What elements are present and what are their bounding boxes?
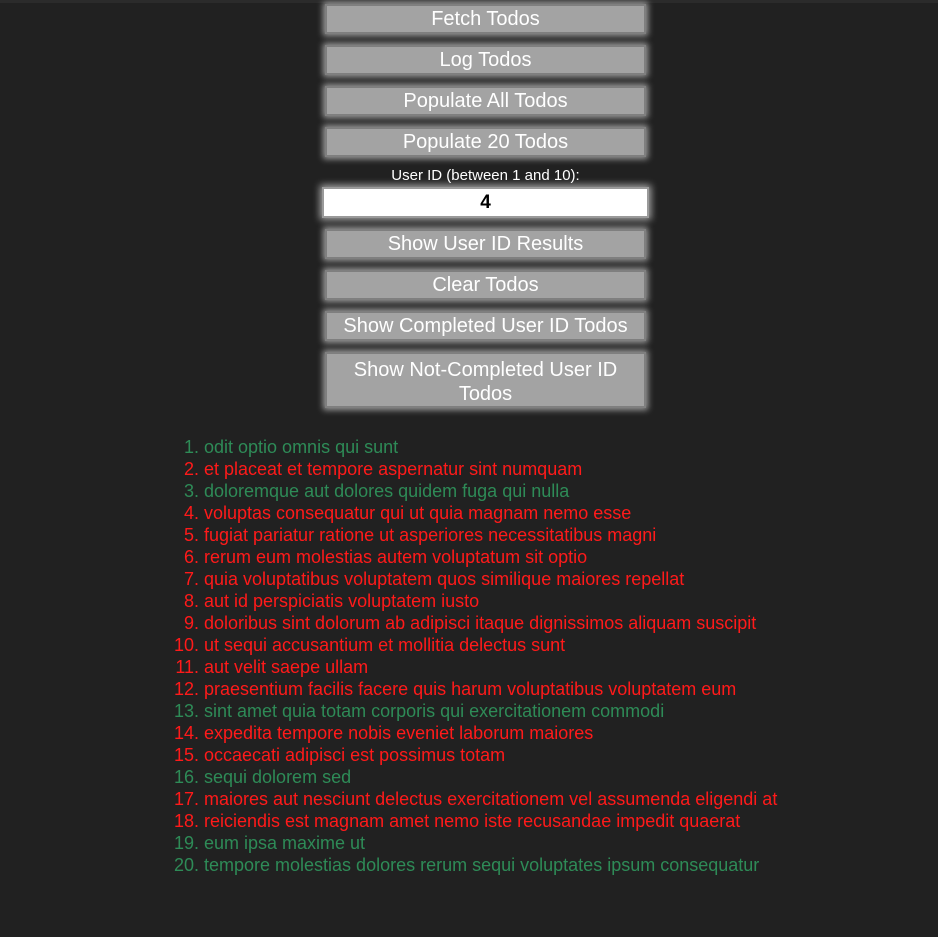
- todo-title: aut id perspiciatis voluptatem iusto: [204, 591, 480, 611]
- todo-number: 18.: [173, 811, 199, 831]
- todo-number: 15.: [173, 745, 199, 765]
- todo-number: 16.: [173, 767, 199, 787]
- show-user-id-results-button[interactable]: Show User ID Results: [325, 229, 646, 259]
- todo-number: 3.: [183, 481, 199, 501]
- todo-number: 1.: [183, 437, 199, 457]
- todo-number: 13.: [173, 701, 199, 721]
- todo-number: 2.: [183, 459, 199, 479]
- todo-number: 11.: [175, 657, 199, 677]
- todo-item: 11. aut velit saepe ullam: [170, 656, 777, 678]
- show-not-completed-user-id-todos-button[interactable]: Show Not-Completed User ID Todos: [325, 352, 646, 408]
- todo-title: occaecati adipisci est possimus totam: [204, 745, 506, 765]
- todo-list: 1. odit optio omnis qui sunt 2. et placeat …: [170, 436, 777, 876]
- todo-item: 8. aut id perspiciatis voluptatem iusto: [170, 590, 777, 612]
- user-id-input[interactable]: [322, 187, 649, 218]
- todo-item: 4. voluptas consequatur qui ut quia magna…: [170, 502, 777, 524]
- todo-title: ut sequi accusantium et mollitia delectu…: [204, 635, 566, 655]
- todo-title: doloribus sint dolorum ab adipisci itaqu…: [204, 613, 757, 633]
- todo-item: 7. quia voluptatibus voluptatem quos simi…: [170, 568, 777, 590]
- show-completed-user-id-todos-button[interactable]: Show Completed User ID Todos: [325, 311, 646, 341]
- todo-item: 13. sint amet quia totam corporis qui exe…: [170, 700, 777, 722]
- user-id-label: User ID (between 1 and 10):: [391, 167, 580, 184]
- todo-item: 15. occaecati adipisci est possimus totam: [170, 744, 777, 766]
- todo-title: fugiat pariatur ratione ut asperiores ne…: [204, 525, 657, 545]
- todo-number: 8.: [183, 591, 199, 611]
- todo-item: 12. praesentium facilis facere quis harum…: [170, 678, 777, 700]
- todo-title: doloremque aut dolores quidem fuga qui n…: [204, 481, 570, 501]
- todo-title: sint amet quia totam corporis qui exerci…: [204, 701, 665, 721]
- todo-number: 9.: [183, 613, 199, 633]
- todo-title: odit optio omnis qui sunt: [204, 437, 399, 457]
- todo-item: 17. maiores aut nesciunt delectus exercit…: [170, 788, 777, 810]
- todo-item: 16. sequi dolorem sed: [170, 766, 777, 788]
- todo-title: maiores aut nesciunt delectus exercitati…: [204, 789, 778, 809]
- todo-item: 9. doloribus sint dolorum ab adipisci ita…: [170, 612, 777, 634]
- todo-item: 3. doloremque aut dolores quidem fuga qui…: [170, 480, 777, 502]
- todo-item: 14. expedita tempore nobis eveniet laboru…: [170, 722, 777, 744]
- todo-title: expedita tempore nobis eveniet laborum m…: [204, 723, 594, 743]
- todo-title: rerum eum molestias autem voluptatum sit…: [204, 547, 588, 567]
- todo-item: 5. fugiat pariatur ratione ut asperiores …: [170, 524, 777, 546]
- todo-number: 7.: [183, 569, 199, 589]
- todo-number: 20.: [173, 855, 199, 875]
- todo-title: et placeat et tempore aspernatur sint nu…: [204, 459, 583, 479]
- todo-number: 10.: [173, 635, 199, 655]
- populate-all-todos-button[interactable]: Populate All Todos: [325, 86, 646, 116]
- clear-todos-button[interactable]: Clear Todos: [325, 270, 646, 300]
- todo-title: reiciendis est magnam amet nemo iste rec…: [204, 811, 741, 831]
- todo-item: 2. et placeat et tempore aspernatur sint …: [170, 458, 777, 480]
- log-todos-button[interactable]: Log Todos: [325, 45, 646, 75]
- todo-number: 4.: [183, 503, 199, 523]
- todo-item: 20. tempore molestias dolores rerum sequi…: [170, 854, 777, 876]
- todo-title: quia voluptatibus voluptatem quos simili…: [204, 569, 685, 589]
- fetch-todos-button[interactable]: Fetch Todos: [325, 4, 646, 34]
- todo-item: 1. odit optio omnis qui sunt: [170, 436, 777, 458]
- todo-item: 10. ut sequi accusantium et mollitia dele…: [170, 634, 777, 656]
- todo-item: 18. reiciendis est magnam amet nemo iste …: [170, 810, 777, 832]
- top-border: [0, 0, 938, 3]
- todo-number: 5.: [183, 525, 199, 545]
- todo-title: voluptas consequatur qui ut quia magnam …: [204, 503, 632, 523]
- todo-title: eum ipsa maxime ut: [204, 833, 366, 853]
- todo-number: 6.: [183, 547, 199, 567]
- todo-number: 12.: [173, 679, 199, 699]
- todo-item: 19. eum ipsa maxime ut: [170, 832, 777, 854]
- todo-title: tempore molestias dolores rerum sequi vo…: [204, 855, 760, 875]
- todo-number: 19.: [173, 833, 199, 853]
- todo-title: praesentium facilis facere quis harum vo…: [204, 679, 737, 699]
- todo-title: aut velit saepe ullam: [204, 657, 369, 677]
- todo-title: sequi dolorem sed: [204, 767, 352, 787]
- populate-20-todos-button[interactable]: Populate 20 Todos: [325, 127, 646, 157]
- todo-item: 6. rerum eum molestias autem voluptatum s…: [170, 546, 777, 568]
- todo-number: 14.: [173, 723, 199, 743]
- todo-number: 17.: [173, 789, 199, 809]
